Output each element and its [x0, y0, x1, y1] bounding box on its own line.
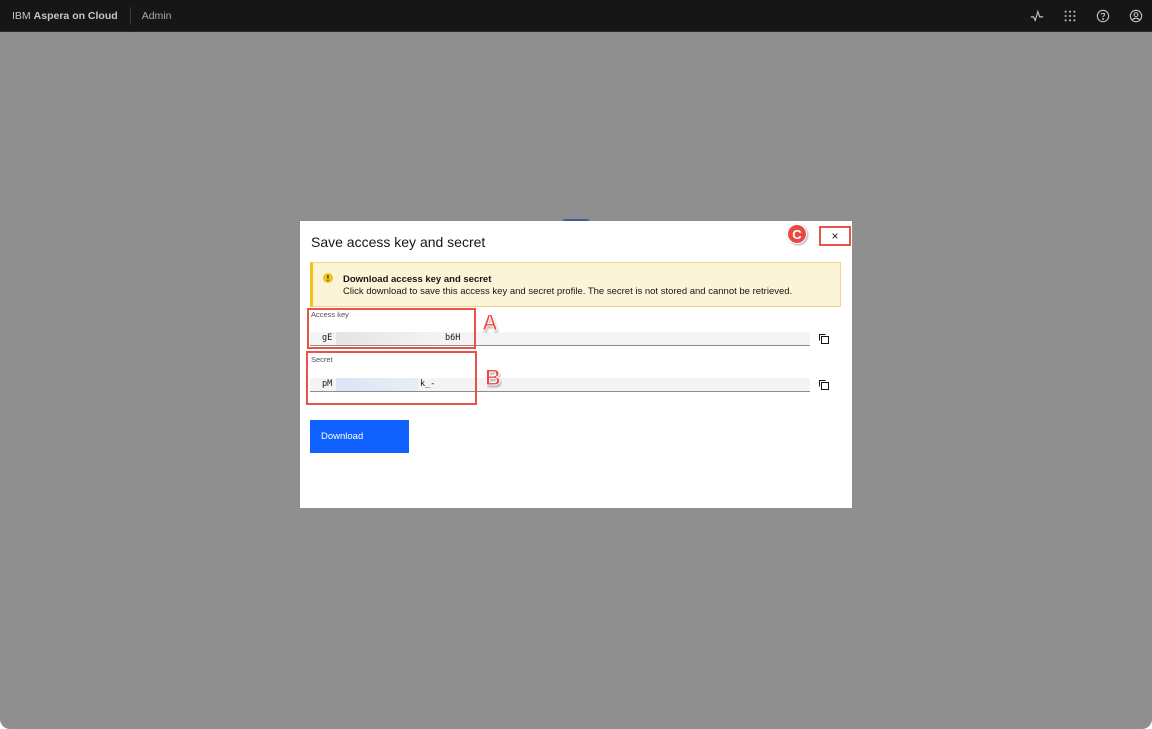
help-button[interactable] — [1086, 0, 1119, 32]
warning-icon: ! — [323, 273, 333, 283]
activity-button[interactable] — [1020, 0, 1053, 32]
top-navigation-bar: IBM Aspera on Cloud Admin — [0, 0, 1152, 32]
close-button[interactable]: × — [819, 226, 851, 246]
notification-body: Click download to save this access key a… — [343, 286, 793, 297]
close-icon: × — [831, 229, 839, 243]
modal-title: Save access key and secret — [311, 234, 486, 250]
app-brand[interactable]: IBM Aspera on Cloud — [0, 0, 130, 31]
brand-name: Aspera on Cloud — [33, 9, 118, 22]
help-icon — [1096, 9, 1109, 23]
app-window: IBM Aspera on Cloud Admin Save access ke… — [0, 0, 1152, 729]
highlight-access-key — [307, 308, 476, 349]
callout-b-marker: B — [485, 365, 502, 391]
callout-c-marker: C — [787, 224, 807, 244]
save-access-key-modal: Save access key and secret C × ! Downloa… — [300, 221, 852, 508]
highlight-secret — [306, 351, 477, 405]
user-profile-button[interactable] — [1119, 0, 1152, 32]
copy-secret-icon[interactable] — [818, 379, 830, 391]
callout-a-marker: A — [482, 310, 499, 336]
copy-access-key-icon[interactable] — [818, 333, 830, 345]
app-switcher-button[interactable] — [1053, 0, 1086, 32]
section-label[interactable]: Admin — [131, 10, 172, 22]
app-switcher-icon — [1064, 10, 1075, 22]
notification-title: Download access key and secret — [343, 274, 492, 285]
header-actions — [1020, 0, 1152, 32]
activity-icon — [1030, 9, 1043, 22]
warning-notification: ! Download access key and secret Click d… — [310, 262, 841, 307]
user-profile-icon — [1129, 9, 1142, 23]
callout-c-label: C — [792, 226, 802, 242]
download-button[interactable]: Download — [310, 420, 409, 453]
brand-prefix: IBM — [12, 9, 31, 22]
